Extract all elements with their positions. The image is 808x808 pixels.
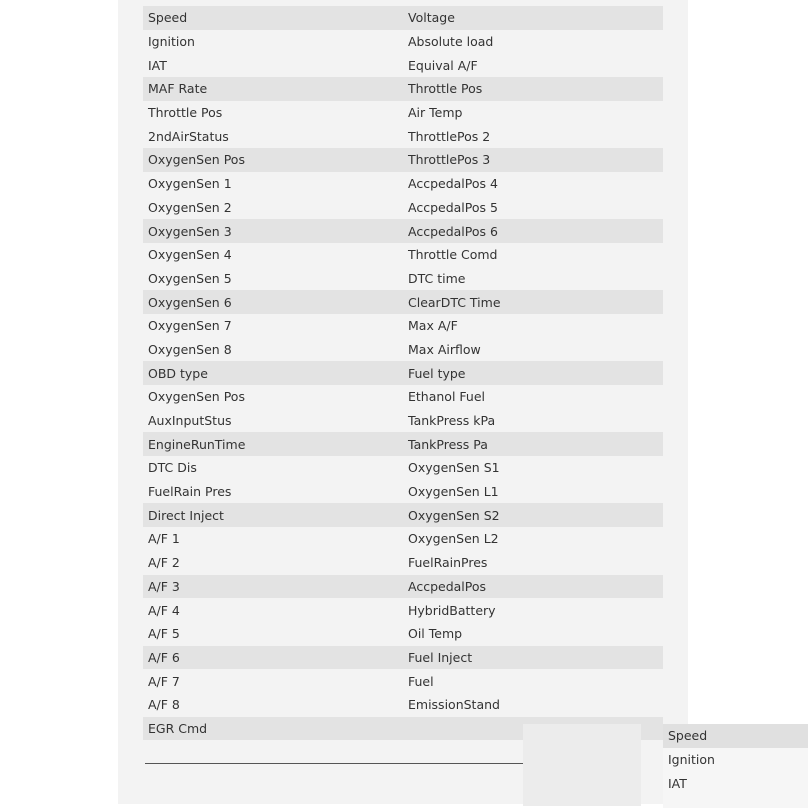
parameter-cell[interactable]: Fuel type bbox=[403, 366, 663, 381]
parameter-cell[interactable]: A/F 8 bbox=[143, 697, 403, 712]
parameter-cell[interactable]: Voltage bbox=[403, 10, 663, 25]
table-row[interactable]: A/F 8 EmissionStand bbox=[143, 693, 663, 717]
dropdown-item[interactable]: Speed bbox=[663, 724, 808, 748]
parameter-cell[interactable]: FuelRain Pres bbox=[143, 484, 403, 499]
parameter-cell[interactable]: Ignition bbox=[143, 34, 403, 49]
parameter-cell[interactable]: Ethanol Fuel bbox=[403, 389, 663, 404]
parameter-dropdown[interactable]: Speed Ignition IAT bbox=[663, 724, 808, 808]
parameter-cell[interactable]: OxygenSen 1 bbox=[143, 176, 403, 191]
parameter-cell[interactable]: EmissionStand bbox=[403, 697, 663, 712]
table-row[interactable]: Speed Voltage bbox=[143, 6, 663, 30]
table-row[interactable]: AuxInputStus TankPress kPa bbox=[143, 409, 663, 433]
parameter-cell[interactable]: A/F 3 bbox=[143, 579, 403, 594]
parameter-cell[interactable]: A/F 7 bbox=[143, 674, 403, 689]
table-row[interactable]: 2ndAirStatus ThrottlePos 2 bbox=[143, 124, 663, 148]
parameter-table: Speed Voltage Ignition Absolute load IAT Equi… bbox=[143, 6, 663, 741]
parameter-cell[interactable]: OxygenSen 8 bbox=[143, 342, 403, 357]
parameter-cell[interactable]: OxygenSen Pos bbox=[143, 389, 403, 404]
parameter-cell[interactable]: OxygenSen L1 bbox=[403, 484, 663, 499]
parameter-cell[interactable]: OBD type bbox=[143, 366, 403, 381]
parameter-cell[interactable]: OxygenSen S1 bbox=[403, 460, 663, 475]
parameter-cell[interactable]: OxygenSen 7 bbox=[143, 318, 403, 333]
parameter-cell[interactable]: AuxInputStus bbox=[143, 413, 403, 428]
parameter-cell[interactable]: Air Temp bbox=[403, 105, 663, 120]
table-row[interactable]: OxygenSen 3 AccpedalPos 6 bbox=[143, 219, 663, 243]
table-row[interactable]: OxygenSen 7 Max A/F bbox=[143, 314, 663, 338]
parameter-cell[interactable]: TankPress Pa bbox=[403, 437, 663, 452]
table-row[interactable]: OxygenSen Pos ThrottlePos 3 bbox=[143, 148, 663, 172]
parameter-cell[interactable]: ClearDTC Time bbox=[403, 295, 663, 310]
table-row[interactable]: OxygenSen 1 AccpedalPos 4 bbox=[143, 172, 663, 196]
parameter-cell[interactable]: EGR Cmd bbox=[143, 721, 403, 736]
parameter-cell[interactable]: AccpedalPos 6 bbox=[403, 224, 663, 239]
parameter-cell[interactable]: Throttle Pos bbox=[143, 105, 403, 120]
parameter-cell[interactable]: A/F 1 bbox=[143, 531, 403, 546]
parameter-cell[interactable]: OxygenSen 5 bbox=[143, 271, 403, 286]
divider bbox=[145, 763, 523, 764]
table-row[interactable]: Direct Inject OxygenSen S2 bbox=[143, 503, 663, 528]
table-row[interactable]: OBD type Fuel type bbox=[143, 361, 663, 385]
table-row[interactable]: MAF Rate Throttle Pos bbox=[143, 77, 663, 101]
parameter-cell[interactable]: OxygenSen 2 bbox=[143, 200, 403, 215]
parameter-cell[interactable]: OxygenSen 3 bbox=[143, 224, 403, 239]
parameter-cell[interactable]: A/F 4 bbox=[143, 603, 403, 618]
parameter-cell[interactable]: A/F 6 bbox=[143, 650, 403, 665]
parameter-cell[interactable]: IAT bbox=[143, 58, 403, 73]
dropdown-item[interactable]: IAT bbox=[663, 771, 808, 795]
parameter-cell[interactable]: MAF Rate bbox=[143, 81, 403, 96]
parameter-cell[interactable]: Throttle Pos bbox=[403, 81, 663, 96]
table-row[interactable]: OxygenSen 5 DTC time bbox=[143, 267, 663, 291]
parameter-cell[interactable]: DTC Dis bbox=[143, 460, 403, 475]
parameter-cell[interactable]: Direct Inject bbox=[143, 508, 403, 523]
table-row[interactable]: A/F 7 Fuel bbox=[143, 669, 663, 693]
table-row[interactable]: OxygenSen 8 Max Airflow bbox=[143, 338, 663, 362]
parameter-cell[interactable]: Fuel Inject bbox=[403, 650, 663, 665]
table-row[interactable]: A/F 2 FuelRainPres bbox=[143, 551, 663, 575]
table-row[interactable]: DTC Dis OxygenSen S1 bbox=[143, 456, 663, 480]
parameter-cell[interactable]: Absolute load bbox=[403, 34, 663, 49]
table-row[interactable]: OxygenSen 6 ClearDTC Time bbox=[143, 290, 663, 314]
table-row[interactable]: EngineRunTime TankPress Pa bbox=[143, 432, 663, 457]
parameter-cell[interactable]: Fuel bbox=[403, 674, 663, 689]
parameter-cell[interactable]: ThrottlePos 2 bbox=[403, 129, 663, 144]
table-row[interactable]: A/F 5 Oil Temp bbox=[143, 622, 663, 646]
table-row[interactable]: A/F 3 AccpedalPos bbox=[143, 574, 663, 599]
parameter-cell[interactable]: Equival A/F bbox=[403, 58, 663, 73]
parameter-cell[interactable]: TankPress kPa bbox=[403, 413, 663, 428]
parameter-cell[interactable]: Max Airflow bbox=[403, 342, 663, 357]
parameter-cell[interactable]: Speed bbox=[143, 10, 403, 25]
parameter-cell[interactable]: AccpedalPos bbox=[403, 579, 663, 594]
parameter-cell[interactable]: EngineRunTime bbox=[143, 437, 403, 452]
dropdown-item[interactable]: Ignition bbox=[663, 748, 808, 772]
parameter-cell[interactable]: Throttle Comd bbox=[403, 247, 663, 262]
parameter-cell[interactable]: FuelRainPres bbox=[403, 555, 663, 570]
parameter-cell[interactable]: HybridBattery bbox=[403, 603, 663, 618]
table-row[interactable]: Ignition Absolute load bbox=[143, 30, 663, 54]
parameter-cell[interactable]: Oil Temp bbox=[403, 626, 663, 641]
parameter-cell[interactable]: Max A/F bbox=[403, 318, 663, 333]
parameter-cell[interactable]: AccpedalPos 5 bbox=[403, 200, 663, 215]
parameter-cell[interactable]: AccpedalPos 4 bbox=[403, 176, 663, 191]
table-row[interactable]: Throttle Pos Air Temp bbox=[143, 101, 663, 125]
parameter-cell[interactable]: 2ndAirStatus bbox=[143, 129, 403, 144]
parameter-cell[interactable]: OxygenSen 6 bbox=[143, 295, 403, 310]
parameter-cell[interactable]: ThrottlePos 3 bbox=[403, 152, 663, 167]
table-row[interactable]: FuelRain Pres OxygenSen L1 bbox=[143, 480, 663, 504]
table-row[interactable]: OxygenSen 2 AccpedalPos 5 bbox=[143, 196, 663, 220]
parameter-cell[interactable]: DTC time bbox=[403, 271, 663, 286]
parameter-cell[interactable]: OxygenSen Pos bbox=[143, 152, 403, 167]
table-row[interactable]: OxygenSen 4 Throttle Comd bbox=[143, 243, 663, 267]
table-row[interactable]: A/F 4 HybridBattery bbox=[143, 598, 663, 622]
parameter-cell[interactable]: OxygenSen S2 bbox=[403, 508, 663, 523]
parameter-cell[interactable]: A/F 2 bbox=[143, 555, 403, 570]
parameter-cell[interactable]: A/F 5 bbox=[143, 626, 403, 641]
table-row[interactable]: A/F 1 OxygenSen L2 bbox=[143, 527, 663, 551]
table-row[interactable]: OxygenSen Pos Ethanol Fuel bbox=[143, 385, 663, 409]
dropdown-shadow bbox=[523, 724, 641, 806]
parameter-cell[interactable]: OxygenSen 4 bbox=[143, 247, 403, 262]
table-row[interactable]: IAT Equival A/F bbox=[143, 53, 663, 77]
parameter-cell[interactable]: OxygenSen L2 bbox=[403, 531, 663, 546]
table-row[interactable]: A/F 6 Fuel Inject bbox=[143, 645, 663, 670]
